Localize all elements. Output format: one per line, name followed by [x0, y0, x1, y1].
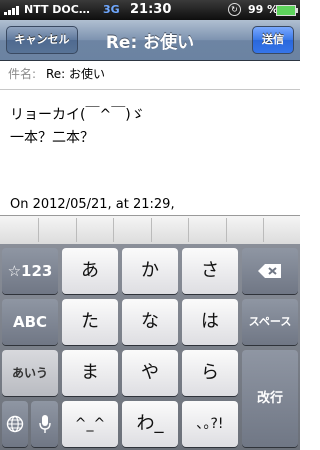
key-na[interactable]: な	[122, 299, 178, 345]
battery-percent: 99 %	[248, 3, 279, 16]
abc-key[interactable]: ABC	[2, 299, 58, 345]
message-body[interactable]: リョーカイ(￣^￣)ゞ 一本？二本？ On 2012/05/21, at 21:…	[10, 104, 295, 212]
keyboard: ☆123 あ か さ ABC た な は スペース あいう ま や ら 改行 ^…	[0, 244, 300, 450]
globe-key[interactable]	[2, 401, 28, 447]
candidate-bar[interactable]	[0, 215, 300, 244]
battery-icon	[276, 5, 298, 16]
newline-key[interactable]: 改行	[242, 350, 298, 447]
key-ra[interactable]: ら	[182, 350, 238, 396]
key-ya[interactable]: や	[122, 350, 178, 396]
network-label: 3G	[103, 3, 120, 16]
backspace-icon	[258, 264, 281, 278]
delete-key[interactable]	[242, 248, 298, 294]
hiragana-key[interactable]: あいう	[2, 350, 58, 396]
status-bar: NTT DOC… 3G 21:30 ↻ 99 %	[0, 0, 300, 20]
punctuation-key[interactable]: ､｡?!	[182, 401, 238, 447]
key-a[interactable]: あ	[62, 248, 118, 294]
subject-label: 件名:	[8, 67, 37, 81]
mic-key[interactable]	[31, 401, 58, 447]
key-ta[interactable]: た	[62, 299, 118, 345]
globe-icon	[6, 415, 24, 433]
symbol-key[interactable]: ☆123	[2, 248, 58, 294]
key-ma[interactable]: ま	[62, 350, 118, 396]
send-button[interactable]: 送信	[252, 26, 294, 54]
cancel-button[interactable]: キャンセル	[6, 26, 78, 54]
key-sa[interactable]: さ	[182, 248, 238, 294]
subject-value[interactable]: Re: お使い	[46, 61, 105, 88]
microphone-icon	[38, 415, 51, 433]
clock: 21:30	[130, 2, 172, 17]
key-ka[interactable]: か	[122, 248, 178, 294]
signal-icon	[4, 6, 19, 15]
rotation-lock-icon: ↻	[228, 3, 241, 16]
kaomoji-key[interactable]: ^_^	[62, 401, 118, 447]
body-line: リョーカイ(￣^￣)ゞ	[10, 107, 145, 123]
body-line: 一本？二本？	[10, 130, 94, 146]
subject-field[interactable]: 件名: Re: お使い	[0, 61, 300, 90]
page-title: Re: お使い	[105, 33, 195, 53]
navigation-bar: キャンセル Re: お使い 送信	[0, 20, 300, 61]
space-key[interactable]: スペース	[242, 299, 298, 345]
key-wa[interactable]: わ_	[122, 401, 178, 447]
key-ha[interactable]: は	[182, 299, 238, 345]
quote-header: On 2012/05/21, at 21:29,	[10, 197, 175, 212]
carrier-label: NTT DOC…	[24, 3, 90, 16]
